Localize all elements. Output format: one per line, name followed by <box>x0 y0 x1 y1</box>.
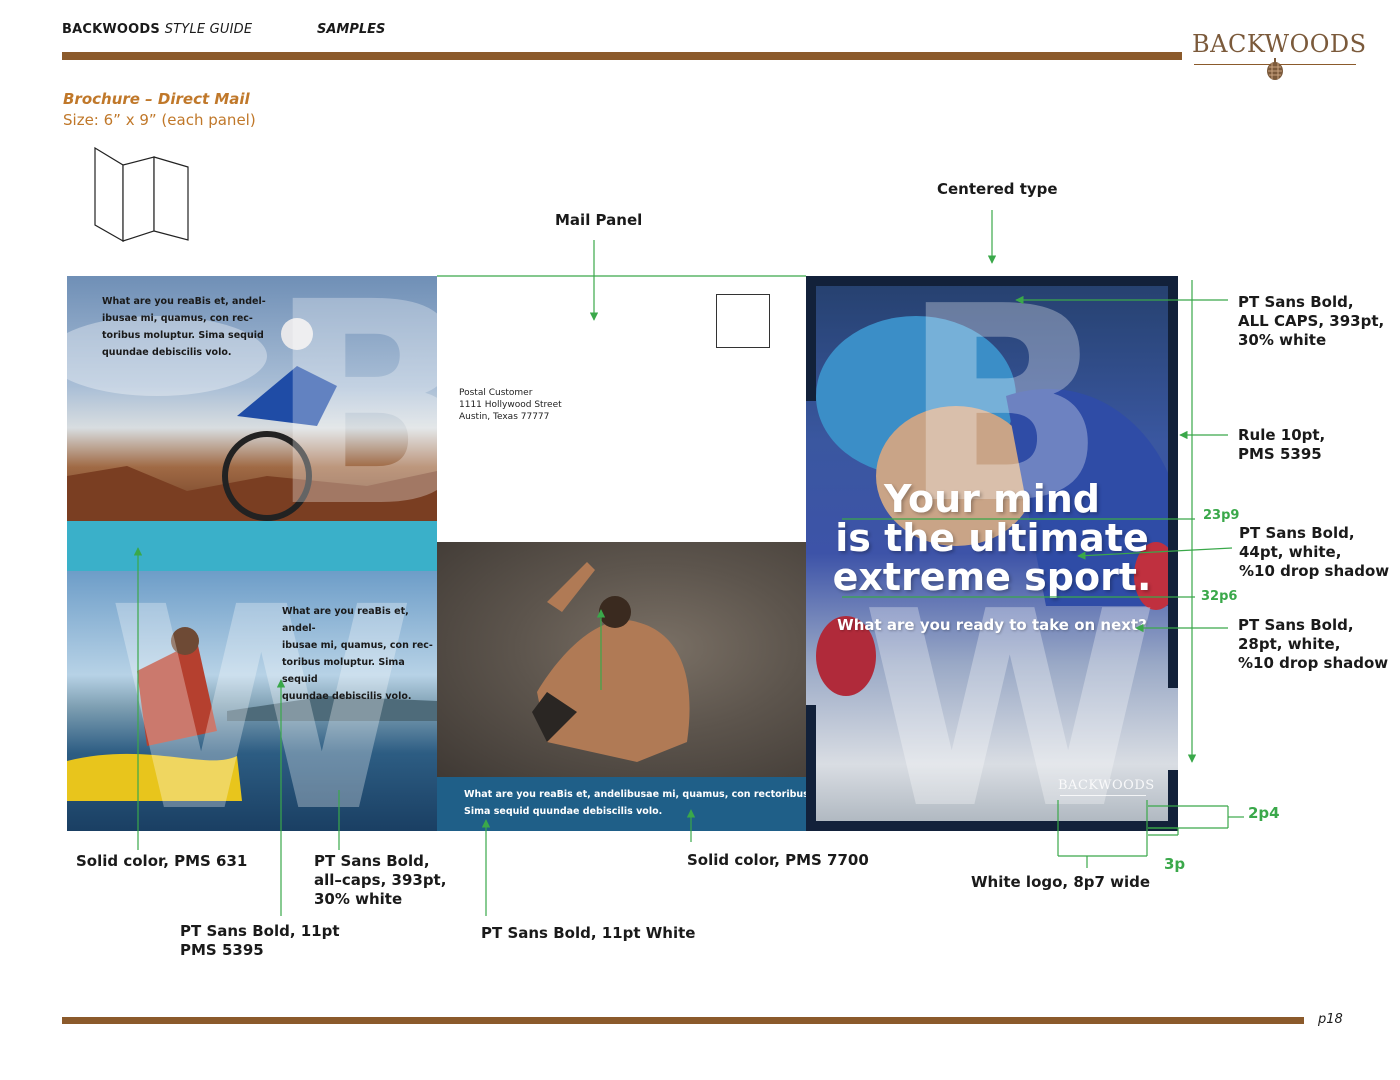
bottom-rule <box>62 1017 1304 1024</box>
trifold-icon <box>94 146 189 243</box>
ann-28pt-spec: PT Sans Bold, 28pt, white, %10 drop shadow <box>1238 616 1389 672</box>
backwoods-logo: BACKWOODS <box>1192 30 1367 86</box>
section-title: Brochure – Direct Mail <box>63 90 250 108</box>
ann-caps-spec: PT Sans Bold, ALL CAPS, 393pt, 30% white <box>1238 293 1385 349</box>
cover-rule-right-bottom <box>1168 770 1178 831</box>
ann-solid-7700: Solid color, PMS 7700 <box>687 851 869 869</box>
ann-white-logo: White logo, 8p7 wide <box>971 873 1151 891</box>
ann-mail-panel: Mail Panel <box>555 211 643 229</box>
logo-text: BACKWOODS <box>1192 30 1367 58</box>
ann-allcaps-393: PT Sans Bold, all–caps, 393pt, 30% white <box>314 852 447 908</box>
ann-32p6: 32p6 <box>1201 589 1238 604</box>
bike-big-letter: B <box>267 276 437 521</box>
ann-11pt-white: PT Sans Bold, 11pt White <box>481 924 696 942</box>
panel-teal-band <box>67 521 437 571</box>
bike-body-text: What are you reaBis et, andel-ibusae mi,… <box>102 296 266 358</box>
cover-rule-left-bottom <box>806 705 816 831</box>
cover-rule-top <box>806 276 1178 286</box>
ann-centered-type: Centered type <box>937 180 1058 198</box>
panel-kayak-photo: W What are you reaBis et, andel-ibusae m… <box>67 571 437 831</box>
panel-bike-photo: B What are you reaBis et, andel-ibusae m… <box>67 276 437 521</box>
cover-rule-bottom <box>806 821 1178 831</box>
ann-solid-631: Solid color, PMS 631 <box>76 852 248 870</box>
stamp-box <box>716 294 770 348</box>
ann-23p9: 23p9 <box>1203 508 1240 523</box>
ann-3p: 3p <box>1164 855 1186 873</box>
ann-2p4: 2p4 <box>1248 804 1280 822</box>
cover-white-logo: BACKWOODS <box>1058 778 1155 793</box>
header-brand: BACKWOODS STYLE GUIDE <box>62 22 253 37</box>
ann-11pt-5395: PT Sans Bold, 11pt PMS 5395 <box>180 922 340 959</box>
section-size: Size: 6” x 9” (each panel) <box>63 111 256 129</box>
ann-rule-spec: Rule 10pt, PMS 5395 <box>1238 426 1326 463</box>
header-section: SAMPLES <box>317 22 386 37</box>
top-rule <box>62 52 1182 60</box>
kayak-body-text: What are you reaBis et, andel-ibusae mi,… <box>282 606 433 702</box>
mail-address: Postal Customer 1111 Hollywood Street Aust… <box>459 388 562 422</box>
page-number: p18 <box>1318 1012 1343 1027</box>
cover-rule-left-top <box>806 276 816 401</box>
panel-climber-photo <box>437 542 806 777</box>
climb-body-text: What are you reaBis et, andelibusae mi, … <box>464 789 864 817</box>
pinecone-icon <box>1267 58 1283 80</box>
ann-44pt-spec: PT Sans Bold, 44pt, white, %10 drop shadow <box>1239 524 1390 580</box>
cover-subheadline: What are you ready to take on next? <box>837 616 1147 634</box>
cover-headline: Your mind is the ultimate extreme sport. <box>832 477 1152 599</box>
